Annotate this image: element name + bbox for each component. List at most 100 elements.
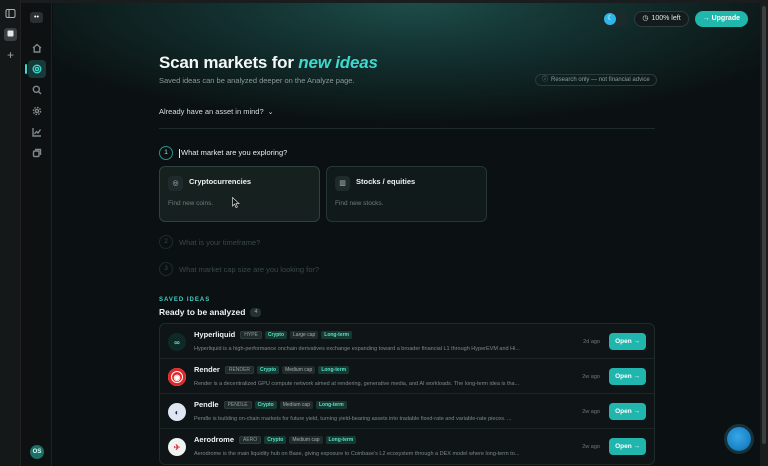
open-button[interactable]: Open → — [609, 368, 646, 385]
disclaimer-label: Research only — not financial advice — [551, 77, 650, 83]
sidebar-item-scan[interactable] — [25, 60, 46, 78]
list-item[interactable]: ∞ Hyperliquid HYPE Crypto Large cap Long… — [160, 324, 654, 359]
aerodrome-logo-icon: ✈ — [168, 438, 186, 456]
sidebar-item-search[interactable] — [28, 81, 46, 99]
step-number: 3 — [159, 262, 173, 276]
saved-ideas-list: ∞ Hyperliquid HYPE Crypto Large cap Long… — [159, 323, 655, 465]
step-market: 1 What market are you exploring? — [159, 146, 287, 160]
idea-category: Crypto — [264, 435, 287, 444]
idea-term: Long-term — [318, 365, 350, 374]
idea-name: Hyperliquid — [194, 330, 236, 339]
app-logo[interactable]: •• — [30, 12, 43, 23]
upgrade-button[interactable]: → Upgrade — [694, 11, 748, 27]
chevron-down-icon: ⌄ — [267, 108, 274, 116]
market-card-title: Stocks / equities — [356, 177, 416, 186]
building-icon: ▥ — [335, 176, 350, 191]
idea-age: 2w ago — [582, 444, 600, 450]
open-button[interactable]: Open → — [609, 403, 646, 420]
page-subtitle: Saved ideas can be analyzed deeper on th… — [159, 76, 355, 85]
idea-term: Long-term — [321, 330, 352, 339]
copy-icon — [32, 148, 42, 158]
title-prefix: Scan markets for — [159, 53, 294, 72]
open-button[interactable]: Open → — [609, 438, 646, 455]
scan-icon — [32, 64, 42, 74]
moon-icon: ☾ — [604, 13, 617, 25]
mouse-pointer-icon — [232, 197, 240, 208]
saved-ideas-count: 4 — [250, 307, 262, 317]
idea-symbol: HYPE — [240, 330, 262, 339]
home-icon — [32, 43, 42, 53]
tab-square-icon[interactable] — [4, 28, 17, 41]
clock-icon: ◷ — [642, 15, 649, 22]
saved-ideas-heading: Ready to be analyzed — [159, 307, 246, 317]
idea-name: Render — [194, 365, 220, 374]
arrow-right-icon: → — [702, 15, 710, 22]
list-item[interactable]: ◐ Pendle PENDLE Crypto Medium cap Long-t… — [160, 394, 654, 429]
idea-term: Long-term — [325, 435, 357, 444]
step-label: What is your timeframe? — [179, 237, 261, 247]
market-card-title: Cryptocurrencies — [189, 177, 252, 186]
idea-age: 2d ago — [583, 339, 600, 345]
chart-icon — [32, 128, 42, 137]
sidebar-item-analytics[interactable] — [28, 123, 46, 141]
idea-name: Aerodrome — [194, 435, 235, 444]
sidebar-toggle-icon[interactable] — [4, 8, 17, 21]
open-button[interactable]: Open → — [609, 333, 646, 350]
idea-cap: Medium cap — [279, 400, 313, 409]
credits-label: 100% left — [651, 15, 681, 22]
saved-ideas-kicker: SAVED IDEAS — [159, 297, 211, 303]
idea-cap: Medium cap — [282, 365, 316, 374]
idea-description: Render is a decentralized GPU compute ne… — [194, 381, 520, 387]
top-bar: ☾ ◷ 100% left → Upgrade — [602, 11, 748, 27]
idea-term: Long-term — [315, 400, 347, 409]
list-item[interactable]: ◉ Render RENDER Crypto Medium cap Long-t… — [160, 359, 654, 394]
market-card-desc: Find new stocks. — [335, 200, 384, 207]
idea-symbol: RENDER — [224, 365, 254, 374]
market-card-stocks[interactable]: ▥ Stocks / equities Find new stocks. — [326, 166, 487, 222]
title-accent: new ideas — [298, 53, 378, 72]
assistant-fab-button[interactable] — [727, 427, 751, 451]
step-timeframe: 2 What is your timeframe? — [159, 235, 260, 249]
idea-cap: Large cap — [290, 330, 319, 339]
idea-age: 2w ago — [582, 374, 600, 380]
idea-symbol: PENDLE — [223, 400, 252, 409]
market-card-desc: Find new coins. — [168, 200, 214, 207]
render-logo-icon: ◉ — [168, 368, 186, 386]
theme-toggle[interactable]: ☾ — [602, 11, 629, 27]
idea-symbol: AERO — [239, 435, 262, 444]
asset-in-mind-label: Already have an asset in mind? — [159, 107, 264, 116]
main-content: ☾ ◷ 100% left → Upgrade Scan markets for… — [53, 3, 760, 466]
list-item[interactable]: ✈ Aerodrome AERO Crypto Medium cap Long-… — [160, 429, 654, 464]
idea-cap: Medium cap — [289, 435, 323, 444]
gear-icon — [32, 106, 42, 116]
market-card-crypto[interactable]: ◎ Cryptocurrencies Find new coins. — [159, 166, 320, 222]
window-scrollbar[interactable] — [760, 0, 768, 466]
hyperliquid-logo-icon: ∞ — [168, 333, 186, 351]
idea-name: Pendle — [194, 400, 219, 409]
divider — [159, 128, 655, 129]
info-icon: ⓘ — [542, 77, 549, 83]
asset-in-mind-toggle[interactable]: Already have an asset in mind? ⌄ — [159, 107, 274, 116]
sidebar-item-settings[interactable] — [28, 102, 46, 120]
disclaimer-badge: ⓘ Research only — not financial advice — [535, 74, 657, 86]
pendle-logo-icon: ◐ — [168, 403, 186, 421]
upgrade-label: Upgrade — [711, 15, 740, 22]
plus-icon[interactable]: + — [4, 49, 17, 62]
page-title: Scan markets for new ideas — [159, 53, 378, 73]
coin-icon: ◎ — [168, 176, 183, 191]
step-label: What market cap size are you looking for… — [179, 264, 320, 274]
step-market-cap: 3 What market cap size are you looking f… — [159, 262, 319, 276]
step-number: 2 — [159, 235, 173, 249]
user-avatar[interactable]: OS — [30, 445, 44, 459]
idea-age: 2w ago — [582, 409, 600, 415]
idea-category: Crypto — [254, 400, 277, 409]
credits-badge[interactable]: ◷ 100% left — [634, 11, 689, 27]
idea-description: Aerodrome is the main liquidity hub on B… — [194, 451, 520, 457]
app-sidebar: •• OS — [21, 3, 52, 466]
scrollbar-thumb[interactable] — [762, 6, 766, 444]
idea-category: Crypto — [264, 330, 288, 339]
sidebar-item-library[interactable] — [28, 144, 46, 162]
os-side-strip: + — [0, 0, 21, 466]
step-label: What market are you exploring? — [179, 148, 288, 158]
sidebar-item-home[interactable] — [28, 39, 46, 57]
